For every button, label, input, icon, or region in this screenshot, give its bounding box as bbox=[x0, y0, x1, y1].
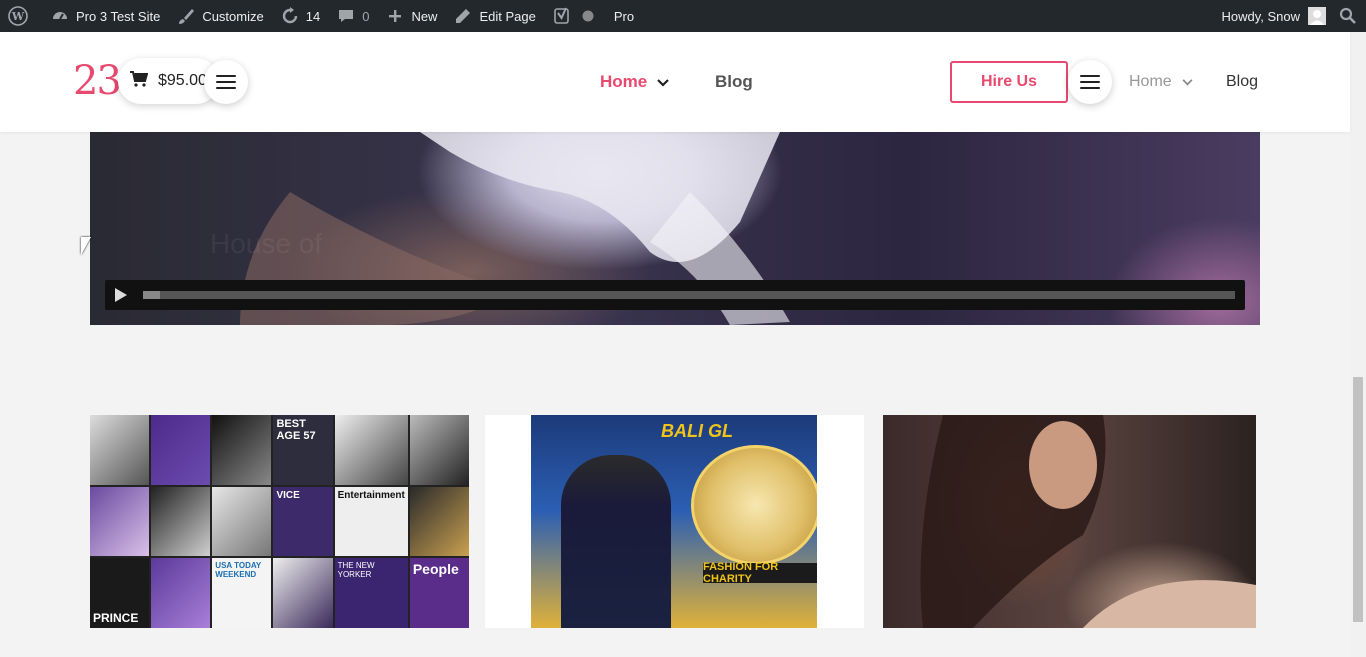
menu-toggle-button[interactable] bbox=[204, 60, 248, 104]
play-icon[interactable] bbox=[115, 288, 127, 302]
comment-icon bbox=[336, 6, 356, 26]
nav-blog[interactable]: Blog bbox=[715, 72, 753, 92]
site-logo[interactable]: 23 bbox=[73, 59, 122, 103]
hamburger-icon bbox=[216, 75, 236, 89]
secondary-menu-toggle-button[interactable] bbox=[1068, 60, 1112, 104]
site-header: 23 $95.00 Home Blog Hire Us Home Blog bbox=[0, 32, 1350, 132]
my-account-menu[interactable]: Howdy, Snow bbox=[1213, 0, 1334, 32]
cart-total: $95.00 bbox=[158, 72, 207, 89]
news-thumbnail[interactable]: BALI GL FASHION FOR CHARITY bbox=[485, 415, 864, 628]
update-icon bbox=[280, 6, 300, 26]
nav-home-label: Home bbox=[600, 72, 648, 91]
hire-us-button[interactable]: Hire Us bbox=[950, 61, 1068, 103]
hamburger-icon bbox=[1080, 75, 1100, 89]
chevron-down-icon bbox=[1182, 73, 1193, 91]
pro-menu[interactable]: Pro bbox=[606, 0, 642, 32]
media-controls bbox=[105, 280, 1245, 310]
pencil-icon bbox=[453, 6, 473, 26]
wordpress-menu[interactable]: W bbox=[0, 0, 42, 32]
chevron-down-icon bbox=[657, 72, 670, 92]
scrollbar-thumb[interactable] bbox=[1353, 377, 1363, 622]
video-title-overlay: House of bbox=[210, 228, 323, 259]
collage-tile bbox=[90, 486, 150, 557]
collage-tile bbox=[409, 486, 469, 557]
howdy-label: Howdy, Snow bbox=[1221, 8, 1300, 24]
nav-home-secondary-label: Home bbox=[1129, 73, 1172, 90]
yoast-seo-menu[interactable] bbox=[544, 0, 606, 32]
collage-tile bbox=[90, 415, 150, 485]
status-dot-icon bbox=[578, 6, 598, 26]
news-anchor bbox=[561, 455, 671, 628]
nav-home[interactable]: Home bbox=[600, 72, 670, 92]
customize-link[interactable]: Customize bbox=[168, 0, 271, 32]
news-channel-logo: BALI GL bbox=[661, 421, 733, 441]
customize-label: Customize bbox=[202, 8, 264, 24]
edit-page-label: Edit Page bbox=[479, 8, 536, 24]
collage-tile: THE NEW YORKER bbox=[334, 558, 408, 628]
nav-blog-secondary[interactable]: Blog bbox=[1226, 73, 1258, 91]
buffer-indicator bbox=[143, 291, 160, 299]
collage-tile: Entertainment bbox=[334, 486, 408, 557]
inset-circle bbox=[691, 445, 817, 565]
mouse-cursor bbox=[81, 237, 91, 255]
nav-home-secondary[interactable]: Home bbox=[1129, 73, 1193, 91]
collage-tile bbox=[151, 486, 211, 557]
wp-admin-bar: W Pro 3 Test Site Customize 14 0 New Edi… bbox=[0, 0, 1366, 32]
collage-tile bbox=[212, 415, 272, 485]
new-label: New bbox=[411, 8, 438, 24]
admin-search[interactable] bbox=[1334, 0, 1366, 32]
collage-tile: USA TODAY WEEKEND bbox=[212, 558, 272, 628]
updates-link[interactable]: 14 bbox=[272, 0, 328, 32]
makeup-image bbox=[920, 415, 1256, 628]
nav-blog-label: Blog bbox=[715, 72, 753, 91]
video-player[interactable]: House of bbox=[90, 132, 1260, 325]
news-image: BALI GL FASHION FOR CHARITY bbox=[531, 415, 817, 628]
nav-blog-secondary-label: Blog bbox=[1226, 73, 1259, 90]
avatar bbox=[1308, 7, 1326, 25]
yoast-icon bbox=[552, 6, 572, 26]
site-name-menu[interactable]: Pro 3 Test Site bbox=[42, 0, 168, 32]
collage-tile bbox=[212, 486, 272, 557]
wordpress-icon: W bbox=[8, 6, 28, 26]
comments-count: 0 bbox=[362, 8, 370, 24]
collage-tile: VICE bbox=[273, 486, 333, 557]
collage-tile bbox=[409, 415, 469, 485]
collage-tile bbox=[151, 415, 211, 485]
collage-tile: People bbox=[409, 558, 469, 628]
plus-icon bbox=[385, 6, 405, 26]
search-icon bbox=[1338, 6, 1358, 26]
new-content-menu[interactable]: New bbox=[377, 0, 445, 32]
pro-label: Pro bbox=[613, 8, 635, 24]
brush-icon bbox=[176, 6, 196, 26]
updates-count: 14 bbox=[305, 8, 321, 24]
page-scrollbar[interactable] bbox=[1350, 32, 1366, 657]
seek-bar[interactable] bbox=[143, 291, 1235, 299]
makeup-thumbnail[interactable] bbox=[883, 415, 1256, 628]
edit-page-link[interactable]: Edit Page bbox=[445, 0, 543, 32]
collage-tile bbox=[334, 415, 408, 485]
cart-icon bbox=[130, 70, 149, 92]
collage-tile: PRINCE bbox=[90, 558, 150, 628]
news-banner: FASHION FOR CHARITY bbox=[703, 561, 817, 585]
svg-text:W: W bbox=[11, 10, 25, 23]
site-name-label: Pro 3 Test Site bbox=[76, 8, 161, 24]
comments-link[interactable]: 0 bbox=[328, 0, 377, 32]
collage-tile bbox=[151, 558, 211, 628]
dashboard-icon bbox=[50, 6, 70, 26]
collage-tile bbox=[273, 558, 333, 628]
collage-tile: BEST AGE 57 bbox=[273, 415, 333, 485]
collage-thumbnail[interactable]: BEST AGE 57 VICE Entertainment PRINCE US… bbox=[90, 415, 469, 628]
